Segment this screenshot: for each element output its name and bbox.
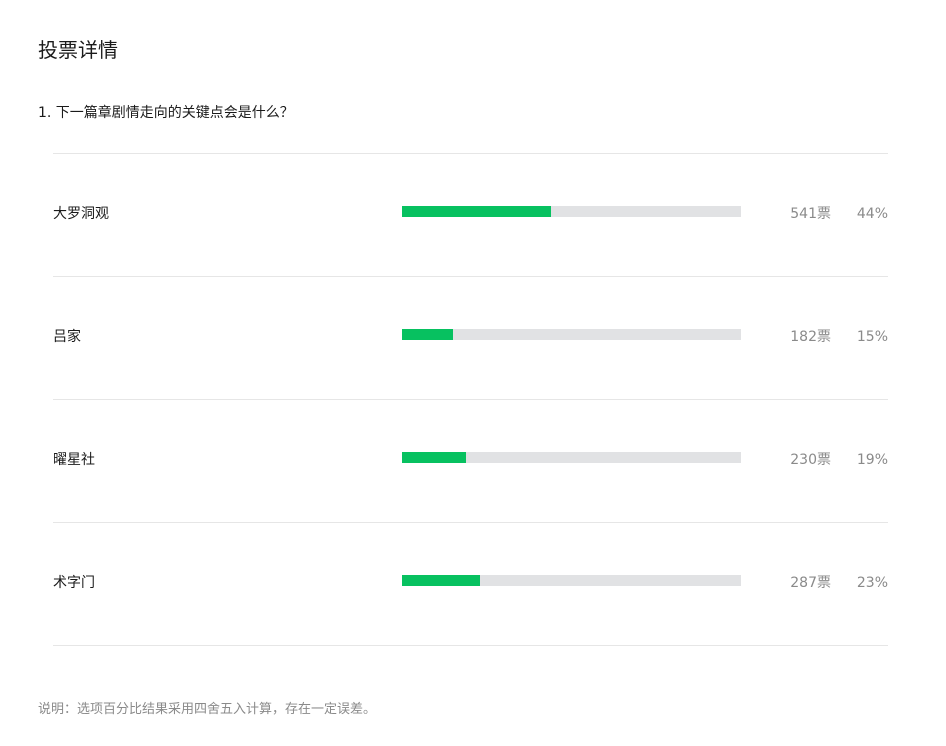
vote-progress-fill [402,575,480,586]
option-vote-count: 182票 [790,329,831,345]
option-vote-count: 230票 [790,452,831,468]
question-text: 1. 下一篇章剧情走向的关键点会是什么？ [38,105,294,121]
option-label: 大罗洞观 [53,206,109,222]
vote-progress-fill [402,452,467,463]
option-row: 曜星社 230票 19% [53,400,888,523]
vote-progress-bar [402,329,741,340]
option-percentage: 23% [856,575,888,591]
option-percentage: 15% [856,329,888,345]
option-list: 大罗洞观 541票 44% 吕家 182票 15% 曜星社 230票 19% 术… [53,153,888,646]
option-row: 术字门 287票 23% [53,523,888,646]
option-vote-count: 287票 [790,575,831,591]
option-row: 吕家 182票 15% [53,277,888,400]
page-title: 投票详情 [38,38,118,62]
option-percentage: 44% [856,206,888,222]
vote-progress-fill [402,329,453,340]
option-percentage: 19% [856,452,888,468]
footnote-text: 说明：选项百分比结果采用四舍五入计算，存在一定误差。 [38,702,377,717]
option-label: 曜星社 [53,452,95,468]
option-row: 大罗洞观 541票 44% [53,154,888,277]
vote-progress-bar [402,575,741,586]
option-vote-count: 541票 [790,206,831,222]
option-label: 术字门 [53,575,95,591]
vote-progress-bar [402,452,741,463]
option-label: 吕家 [53,329,81,345]
vote-progress-fill [402,206,552,217]
vote-progress-bar [402,206,741,217]
